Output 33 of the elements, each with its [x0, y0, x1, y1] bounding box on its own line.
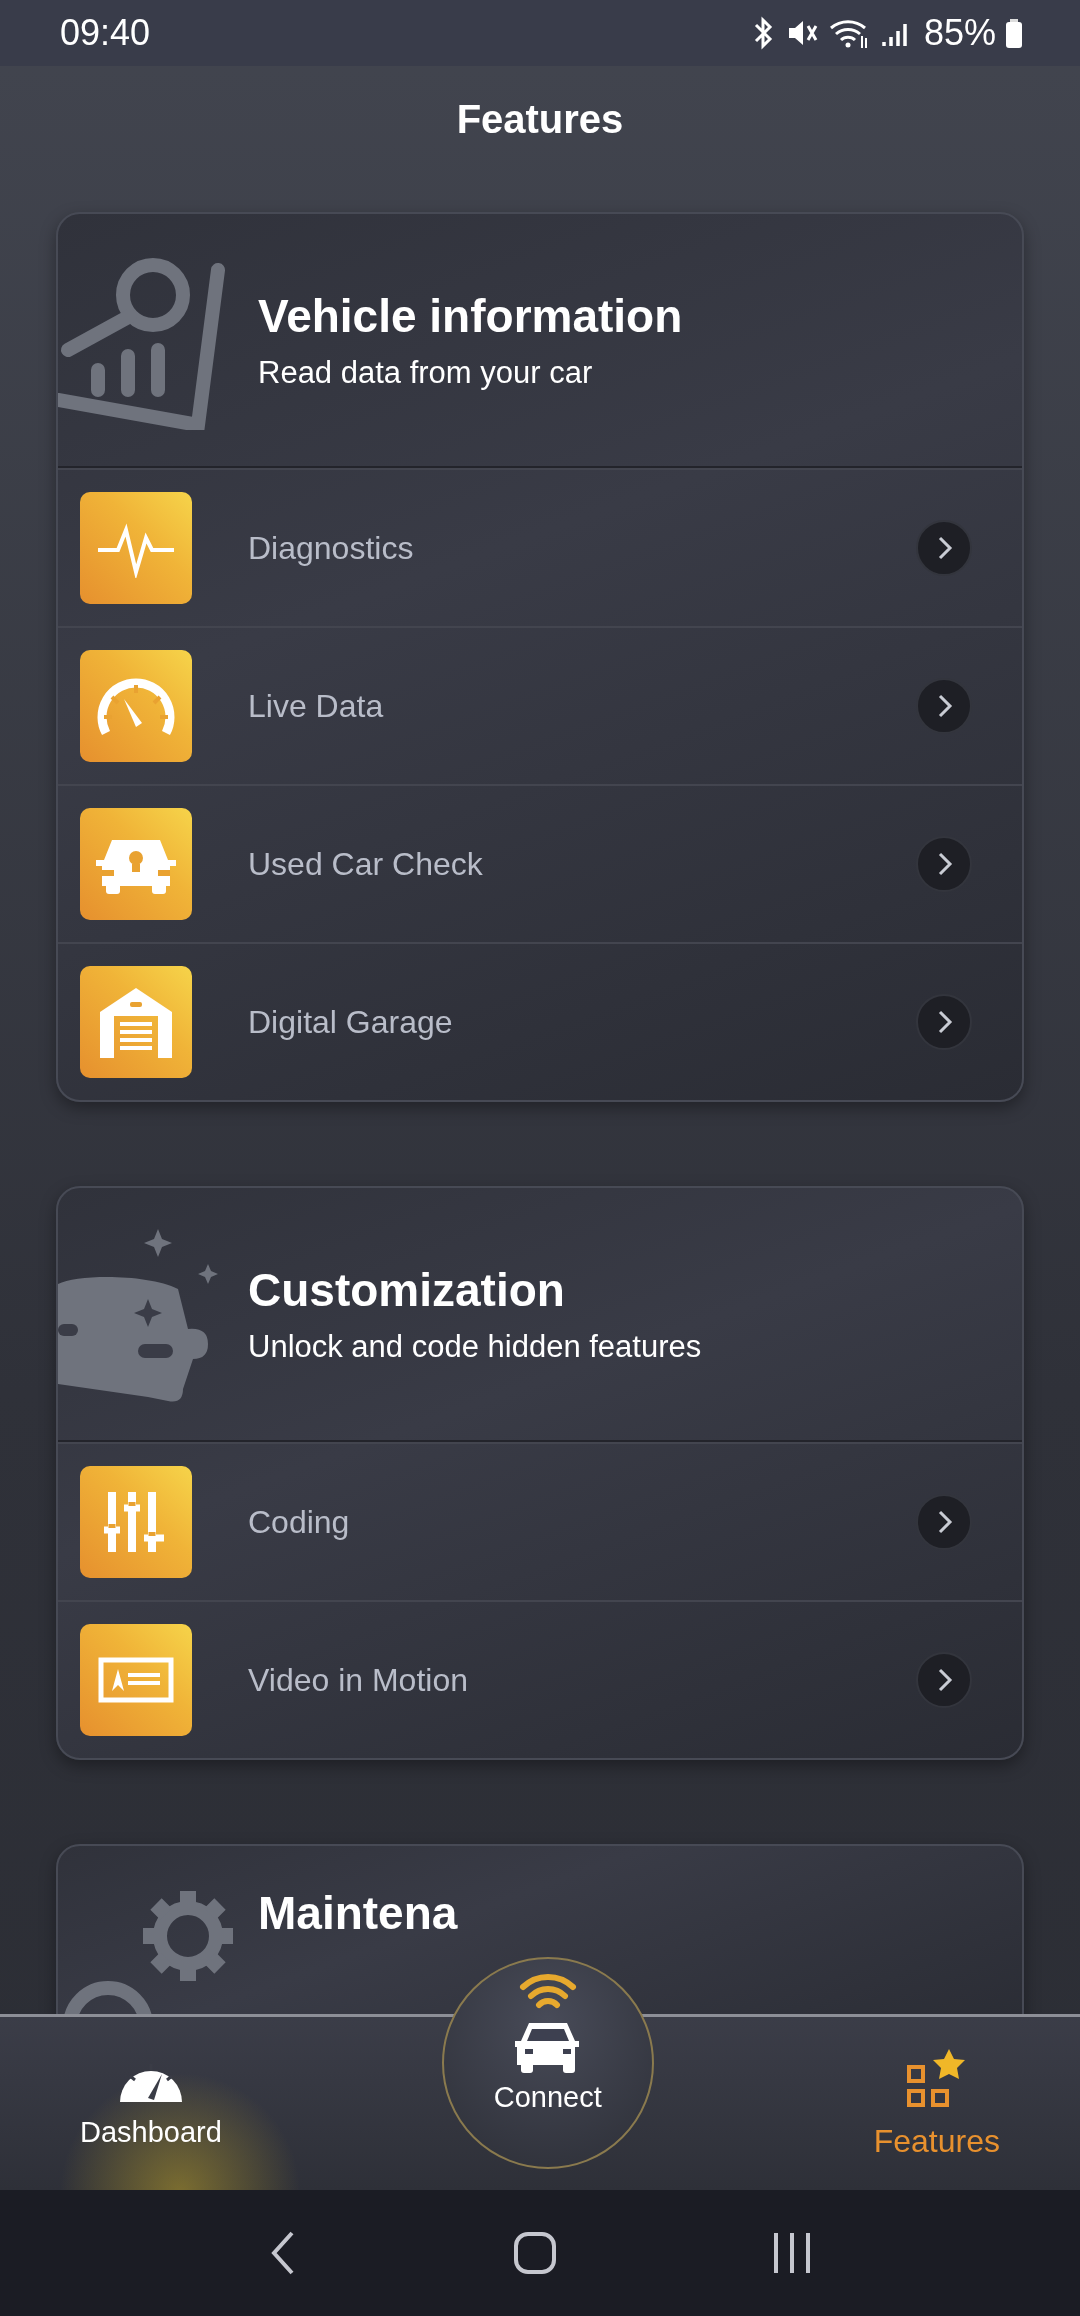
recents-icon[interactable]	[772, 2231, 813, 2275]
page-title: Features	[456, 96, 624, 142]
feature-row[interactable]: Used Car Check	[58, 784, 1022, 942]
feature-row[interactable]: Coding	[58, 1442, 1022, 1600]
feature-label: Diagnostics	[248, 529, 415, 567]
chevron-icon	[916, 836, 972, 892]
chevron-icon	[916, 994, 972, 1050]
status-time: 09:40	[60, 12, 151, 54]
card-title: Customization	[248, 1263, 566, 1317]
feature-row[interactable]: Digital Garage	[58, 942, 1022, 1100]
card-subtitle: Read data from your car	[258, 355, 594, 391]
chevron-icon	[916, 1494, 972, 1550]
card-title: Maintena	[258, 1886, 458, 1940]
display-icon	[98, 1657, 174, 1703]
card-title: Vehicle information	[258, 289, 683, 343]
card-subtitle: Unlock and code hidden features	[248, 1329, 702, 1365]
nav-tab[interactable]: Dashboard	[70, 2054, 232, 2153]
battery-icon	[1004, 16, 1024, 50]
feature-row[interactable]: Live Data	[58, 626, 1022, 784]
chevron-icon	[916, 520, 972, 576]
feature-label: Used Car Check	[248, 845, 484, 883]
feature-label: Live Data	[248, 687, 385, 725]
chevron-icon	[916, 678, 972, 734]
feature-label: Coding	[248, 1503, 351, 1541]
feature-row[interactable]: Diagnostics	[58, 468, 1022, 626]
battery-percent: 85%	[923, 12, 996, 54]
feature-label: Digital Garage	[248, 1003, 454, 1041]
connect-button[interactable]: Connect	[441, 1957, 654, 2169]
home-icon[interactable]	[513, 2231, 557, 2275]
nav-tab[interactable]: Features	[863, 2043, 1010, 2164]
feature-row[interactable]: Video in Motion	[58, 1600, 1022, 1758]
chevron-icon	[916, 1652, 972, 1708]
feature-label: Video in Motion	[248, 1661, 469, 1699]
